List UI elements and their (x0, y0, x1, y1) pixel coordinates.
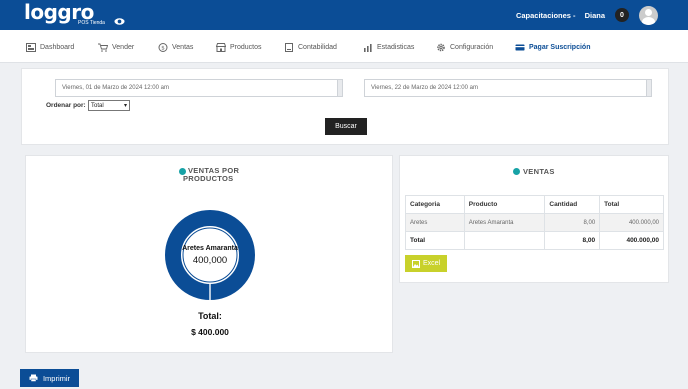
dashboard-icon (26, 42, 36, 52)
nav-ventas[interactable]: $ Ventas (158, 41, 193, 53)
sort-label: Ordenar por: (46, 102, 86, 109)
print-button-label: Imprimir (42, 373, 71, 383)
nav-productos[interactable]: Productos (216, 41, 262, 53)
nav-vender-label: Vender (112, 43, 135, 51)
logo-text: loggro (24, 0, 94, 24)
avatar[interactable] (639, 5, 658, 25)
nav-contabilidad-label: Contabilidad (298, 43, 337, 51)
credit-card-icon (515, 44, 525, 50)
nav-ventas-label: Ventas (172, 43, 194, 51)
printer-icon (29, 374, 38, 382)
image-icon (411, 259, 420, 268)
cart-icon (98, 43, 108, 52)
dollar-circle-icon: $ (158, 42, 168, 52)
col-total: Total (599, 195, 664, 214)
products-sales-card: VENTAS POR PRODUCTOS Aretes Amaranta 400… (25, 155, 393, 353)
start-date-input[interactable]: Viernes, 01 de Marzo de 2024 12:00 am (55, 79, 338, 97)
total-row-empty (463, 231, 546, 250)
cell-producto: Aretes Amaranta (463, 213, 546, 232)
capacitaciones-menu[interactable]: Capacitaciones - (516, 11, 576, 20)
document-icon (285, 42, 293, 52)
table-row: Aretes Aretes Amaranta 8,00 400.000,00 (405, 213, 664, 232)
store-icon (216, 42, 226, 52)
filter-panel: Viernes, 01 de Marzo de 2024 12:00 am Vi… (21, 68, 669, 145)
total-row-label: Total (405, 231, 465, 250)
total-row-cantidad: 8,00 (544, 231, 601, 250)
cell-categoria: Aretes (405, 213, 465, 232)
nav-contabilidad[interactable]: Contabilidad (284, 41, 337, 53)
nav-dashboard[interactable]: Dashboard (26, 41, 74, 53)
nav-dashboard-label: Dashboard (40, 43, 75, 51)
loggro-logo[interactable]: loggro POS Tienda (24, 0, 105, 28)
excel-button[interactable]: Excel (405, 255, 447, 272)
top-bar: loggro POS Tienda Capacitaciones - Diana… (0, 0, 688, 30)
end-date-input[interactable]: Viernes, 22 de Marzo de 2024 12:00 am (364, 79, 647, 97)
main-nav: Dashboard Vender $ Ventas Productos Cont… (0, 30, 688, 63)
donut-slice-value: 400,000 (192, 255, 228, 266)
chevron-down-icon: ▾ (123, 103, 127, 109)
nav-configuracion-label: Configuración (450, 43, 494, 51)
nav-pagar-label: Pagar Suscripción (529, 43, 591, 51)
eye-icon[interactable] (114, 16, 125, 27)
col-cantidad: Cantidad (544, 195, 601, 214)
user-name[interactable]: Diana (585, 11, 605, 20)
col-producto: Producto (463, 195, 546, 214)
total-value: $ 400.000 (191, 327, 229, 337)
nav-productos-label: Productos (230, 43, 262, 51)
nav-pagar-suscripcion[interactable]: Pagar Suscripción (515, 41, 590, 53)
notification-badge[interactable]: 0 (615, 8, 629, 22)
nav-configuracion[interactable]: Configuración (436, 41, 493, 53)
nav-vender[interactable]: Vender (98, 41, 134, 53)
table-total-row: Total 8,00 400.000,00 (405, 231, 664, 250)
end-date-addon[interactable] (647, 79, 652, 97)
sort-select-value: Total (91, 102, 104, 109)
total-label: Total: (198, 311, 222, 321)
nav-estadisticas-label: Estadisticas (377, 43, 415, 51)
nav-estadisticas[interactable]: Estadisticas (363, 41, 414, 53)
total-row-total: 400.000,00 (599, 231, 664, 250)
cell-total: 400.000,00 (599, 213, 664, 232)
col-categoria: Categoria (405, 195, 465, 214)
search-button[interactable]: Buscar (325, 118, 367, 135)
bar-chart-icon (364, 43, 372, 52)
print-button[interactable]: Imprimir (20, 369, 79, 387)
teal-dot-icon (513, 168, 520, 175)
sales-card-title: VENTAS (523, 167, 555, 176)
cell-cantidad: 8,00 (544, 213, 601, 232)
logo-subtitle: POS Tienda (78, 20, 105, 26)
svg-text:$: $ (161, 45, 165, 51)
gear-icon (437, 43, 445, 51)
donut-slice-label: Aretes Amaranta (182, 245, 238, 252)
sales-table: Categoria Producto Cantidad Total Aretes… (405, 195, 664, 250)
table-header-row: Categoria Producto Cantidad Total (405, 195, 664, 214)
sort-select[interactable]: Total ▾ (88, 100, 130, 111)
start-date-addon[interactable] (338, 79, 343, 97)
sales-card: VENTAS Categoria Producto Cantidad Total… (399, 155, 669, 283)
excel-button-label: Excel (422, 260, 441, 267)
products-card-title-line2: PRODUCTOS (183, 174, 234, 183)
